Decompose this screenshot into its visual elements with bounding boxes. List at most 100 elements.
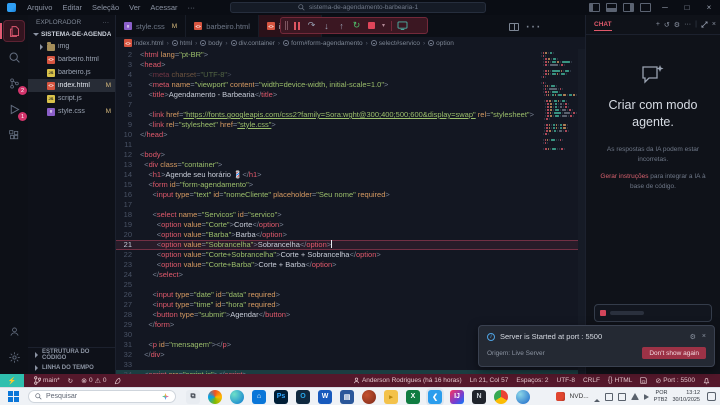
file-barbeiro-js[interactable]: barbeiro.js: [28, 66, 115, 79]
tab-style-css[interactable]: style.css M: [116, 15, 187, 37]
breadcrumb-item[interactable]: option: [428, 40, 454, 47]
file-barbeiro-html[interactable]: barbeiro.html: [28, 53, 115, 66]
code-line[interactable]: 2 <html lang="pt-BR">: [116, 50, 585, 60]
clock[interactable]: 13:12 30/10/2025: [672, 390, 700, 402]
task-view-icon[interactable]: ⧉: [186, 389, 200, 404]
history-icon[interactable]: ↺: [664, 21, 670, 29]
menu-acessar[interactable]: Acessar: [145, 3, 182, 12]
code-line[interactable]: 10 </head>: [116, 130, 585, 140]
code-line[interactable]: 8 <link href="https://fonts.googleapis.c…: [116, 110, 585, 120]
notification-settings-icon[interactable]: ⚙: [690, 333, 696, 341]
eol[interactable]: CRLF: [579, 377, 604, 384]
code-line[interactable]: 23 <option value="Corte+Barba">Corte + B…: [116, 260, 585, 270]
nvidia-icon[interactable]: [555, 392, 565, 401]
close-chat-icon[interactable]: ×: [712, 21, 716, 28]
vscode-icon[interactable]: ❮: [428, 389, 442, 405]
problems-indicator[interactable]: ⊗ 0 ⚠ 0: [77, 377, 110, 385]
minimize-button[interactable]: ─: [654, 0, 676, 15]
word-icon[interactable]: W: [318, 389, 332, 404]
code-line[interactable]: 13 <div class="container">: [116, 160, 585, 170]
code-line[interactable]: 27 <input type="time" id="hora" required…: [116, 300, 585, 310]
code-line[interactable]: 3 <head>: [116, 60, 585, 70]
notepad-icon[interactable]: N: [472, 389, 486, 404]
outlook-icon[interactable]: O: [296, 389, 310, 404]
code-line[interactable]: 28 <button type="submit">Agendar</button…: [116, 310, 585, 320]
photoshop-icon[interactable]: Ps: [274, 389, 288, 404]
breadcrumb-item[interactable]: body: [200, 40, 222, 47]
toggle-panel-icon[interactable]: [606, 3, 617, 12]
code-line[interactable]: 5 <meta name="viewport" content="width=d…: [116, 80, 585, 90]
notifications[interactable]: [699, 377, 714, 385]
language-indicator[interactable]: POR PTB2: [654, 390, 668, 402]
office-icon[interactable]: ▤: [340, 389, 354, 404]
excel-icon[interactable]: X: [406, 389, 420, 404]
chat-input[interactable]: [594, 304, 712, 322]
file-style-css[interactable]: style.css M: [28, 105, 115, 118]
start-button[interactable]: [8, 390, 20, 403]
breadcrumb-item[interactable]: select#servico: [370, 40, 420, 47]
language-mode[interactable]: {} HTML: [604, 377, 636, 384]
copilot-icon[interactable]: [208, 389, 222, 404]
edge-icon[interactable]: [230, 389, 244, 405]
menu-editar[interactable]: Editar: [57, 3, 87, 12]
sync-icon[interactable]: ↻: [64, 377, 77, 385]
feedback-icon[interactable]: [110, 377, 126, 385]
split-editor-icon[interactable]: [509, 23, 520, 31]
restart-icon[interactable]: ↻: [350, 19, 363, 32]
toggle-sidebar-icon[interactable]: [589, 3, 600, 12]
code-line[interactable]: 15 <form id="form-agendamento">: [116, 180, 585, 190]
cursor-position[interactable]: Ln 21, Col 57: [466, 377, 513, 384]
file-explorer-icon[interactable]: ▸: [384, 389, 398, 405]
account-icon[interactable]: [3, 320, 25, 342]
code-line[interactable]: 34 <script src="script.js"></script>: [116, 370, 585, 374]
file-index-html[interactable]: index.html M: [28, 79, 115, 92]
extensions-icon[interactable]: [3, 124, 25, 146]
editor-more-icon[interactable]: ···: [525, 18, 541, 36]
tab-barbeiro-html[interactable]: barbeiro.html: [186, 15, 259, 37]
expand-chat-icon[interactable]: [701, 21, 708, 28]
code-line[interactable]: 12 <body>: [116, 150, 585, 160]
live-server-port[interactable]: ⊘ Port : 5500: [651, 377, 699, 385]
firefox-icon[interactable]: [362, 389, 376, 404]
tab-chat[interactable]: CHAT: [594, 21, 612, 31]
store-icon[interactable]: ⌂: [252, 389, 266, 404]
intellij-icon[interactable]: IJ: [450, 389, 464, 404]
menu-item[interactable]: ···: [183, 3, 201, 12]
save-indicator[interactable]: [636, 377, 651, 384]
stop-icon[interactable]: [365, 19, 378, 32]
code-line[interactable]: 11: [116, 140, 585, 150]
code-line[interactable]: 6 <title>Agendamento - Barbearia</title>: [116, 90, 585, 100]
code-line[interactable]: 16 <input type="text" id="nomeCliente" p…: [116, 190, 585, 200]
code-line[interactable]: 24 </select>: [116, 270, 585, 280]
source-control-icon[interactable]: 2: [3, 72, 27, 95]
explorer-icon[interactable]: [0, 20, 25, 42]
code-line[interactable]: 4 <meta charset="UTF-8">: [116, 70, 585, 80]
blame-info[interactable]: Anderson Rodrigues (há 16 horas): [349, 377, 466, 384]
code-line[interactable]: 19 <option value="Corte">Corte</option>: [116, 220, 585, 230]
notification-center-icon[interactable]: [707, 392, 716, 401]
display-icon[interactable]: [617, 392, 626, 401]
run-debug-icon[interactable]: 1: [3, 98, 27, 121]
edge-beta-icon[interactable]: [516, 389, 530, 404]
step-over-icon[interactable]: ↷: [305, 19, 318, 32]
explorer-more-icon[interactable]: ···: [103, 19, 110, 26]
toggle-secondary-sidebar-icon[interactable]: [623, 3, 634, 12]
code-line[interactable]: 22 <option value="Corte+Sobrancelha">Cor…: [116, 250, 585, 260]
stop-dropdown-icon[interactable]: ▾: [380, 19, 387, 32]
security-icon[interactable]: [604, 392, 613, 401]
menu-ver[interactable]: Ver: [124, 3, 145, 12]
step-into-icon[interactable]: ↓: [320, 19, 333, 32]
code-line[interactable]: 7: [116, 100, 585, 110]
menu-arquivo[interactable]: Arquivo: [22, 3, 57, 12]
code-line[interactable]: 21 <option value="Sobrancelha">Sobrancel…: [116, 240, 585, 250]
chat-settings-icon[interactable]: ⚙: [674, 21, 680, 29]
chrome-icon[interactable]: [494, 389, 508, 405]
taskbar-search[interactable]: Pesquisar: [28, 390, 176, 403]
indentation[interactable]: Espaços: 2: [512, 377, 552, 384]
git-branch[interactable]: main*: [30, 376, 64, 385]
close-button[interactable]: ×: [698, 0, 720, 15]
file-img[interactable]: img: [28, 40, 115, 53]
step-out-icon[interactable]: ↑: [335, 19, 348, 32]
screencast-icon[interactable]: [396, 19, 409, 32]
search-icon[interactable]: [3, 46, 25, 68]
